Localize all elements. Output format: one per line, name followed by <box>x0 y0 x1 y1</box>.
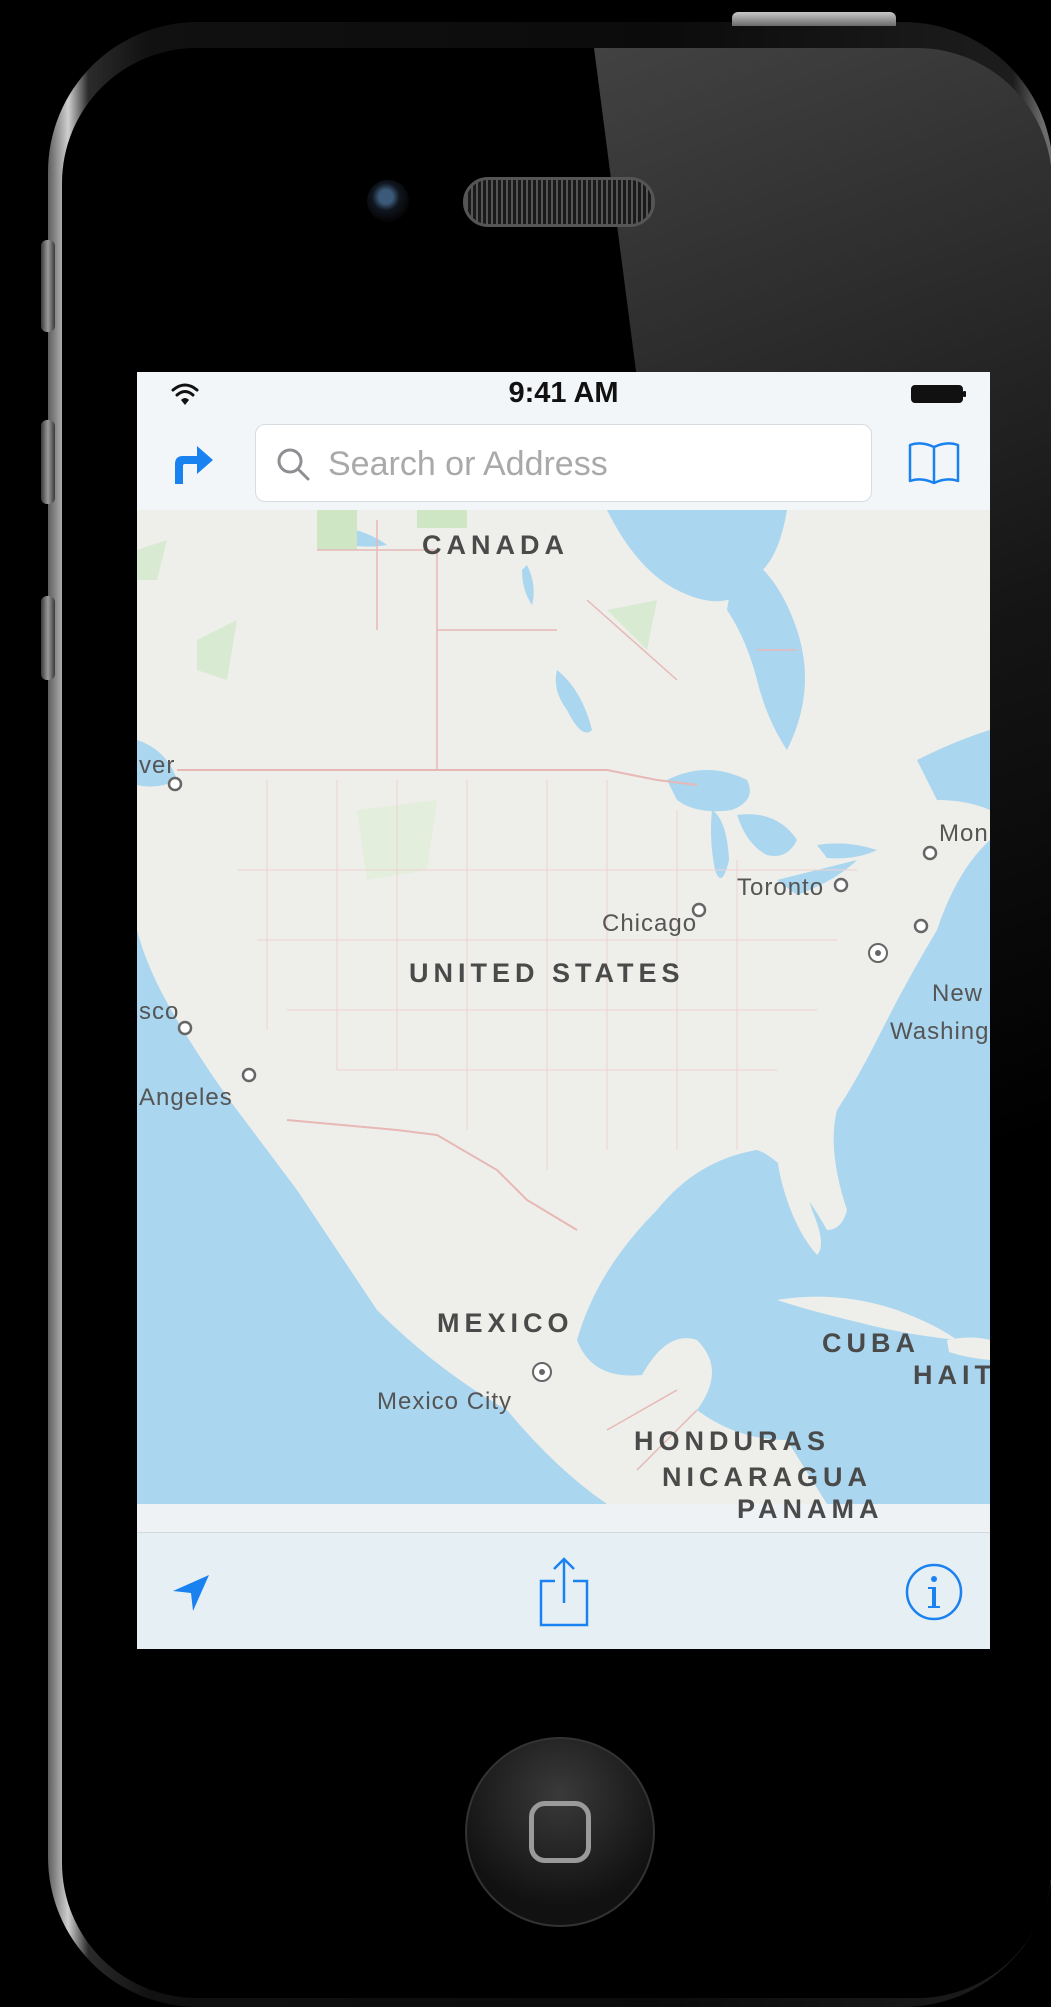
label-canada: CANADA <box>422 530 569 560</box>
search-icon <box>277 448 310 481</box>
label-mexico-city: Mexico City <box>377 1388 513 1415</box>
sleep-button <box>732 12 896 26</box>
label-honduras: HONDURAS <box>634 1426 831 1456</box>
label-san-francisco: sco <box>139 998 180 1025</box>
label-mexico: MEXICO <box>437 1308 574 1338</box>
label-nicaragua: NICARAGUA <box>662 1462 872 1492</box>
earpiece-speaker <box>463 177 655 227</box>
directions-icon[interactable] <box>167 434 217 486</box>
search-field[interactable] <box>255 424 872 502</box>
volume-down-button <box>41 596 55 680</box>
front-camera <box>367 180 409 222</box>
label-new-york: New <box>932 980 984 1007</box>
bottom-toolbar <box>137 1532 990 1649</box>
location-arrow-icon[interactable] <box>171 1573 211 1613</box>
home-button[interactable] <box>465 1737 655 1927</box>
label-washington: Washing <box>890 1018 990 1045</box>
label-chicago: Chicago <box>602 910 698 937</box>
status-time: 9:41 AM <box>508 377 619 409</box>
status-bar: 9:41 AM <box>137 372 990 414</box>
label-montreal: Mon <box>939 820 989 847</box>
home-square-icon <box>529 1801 591 1863</box>
navigation-bar <box>137 414 990 511</box>
label-haiti: HAIT <box>913 1360 990 1390</box>
phone-screen: 9:41 AM Search or Address CANADA UNITED … <box>137 372 990 1649</box>
search-input[interactable] <box>326 439 850 489</box>
label-united-states: UNITED STATES <box>409 958 685 988</box>
label-panama: PANAMA <box>737 1494 884 1524</box>
share-icon[interactable] <box>537 1555 591 1627</box>
battery-icon <box>911 385 966 403</box>
info-icon[interactable] <box>904 1562 964 1622</box>
volume-up-button <box>41 420 55 504</box>
label-los-angeles: Angeles <box>139 1084 233 1111</box>
label-vancouver: ver <box>139 752 176 779</box>
label-cuba: CUBA <box>822 1328 920 1358</box>
map-view[interactable]: CANADA UNITED STATES MEXICO CUBA HAIT HO… <box>137 510 990 1524</box>
mute-switch <box>41 240 55 332</box>
label-toronto: Toronto <box>737 874 825 901</box>
bookmarks-icon[interactable] <box>907 439 961 487</box>
